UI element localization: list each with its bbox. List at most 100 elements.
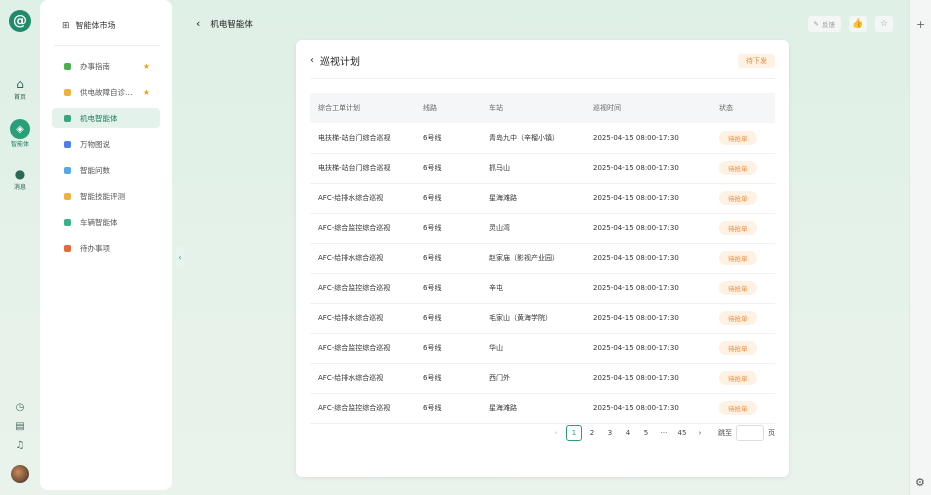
agent-icon (64, 192, 71, 200)
document-icon[interactable]: ▤ (15, 421, 24, 432)
page-label: 页 (768, 429, 775, 437)
page-number[interactable]: 3 (602, 425, 618, 441)
app-logo-icon[interactable]: @ (9, 10, 31, 32)
page-number[interactable]: 4 (620, 425, 636, 441)
table-row[interactable]: 电扶梯-站台门综合巡视 6号线 抓马山 2025-04-15 08:00-17:30 待… (310, 153, 775, 184)
agent-market-panel: ⊞ 智能体市场 办事指南 ★ 供电故障自诊… ★ 机电智能体 万物图说 智能问数 智能技能评测… (40, 0, 172, 490)
status-badge[interactable]: 待抢单 (719, 311, 757, 325)
prev-page-icon[interactable]: ‹ (548, 425, 564, 441)
table-cell: 2025-04-15 08:00-17:30 (585, 303, 711, 334)
status-badge[interactable]: 待抢单 (719, 401, 757, 415)
page-number[interactable]: 5 (638, 425, 654, 441)
add-icon[interactable]: + (916, 18, 925, 31)
status-badge[interactable]: 待抢单 (719, 221, 757, 235)
page-number[interactable]: 1 (566, 425, 582, 441)
gear-icon[interactable]: ⚙ (915, 476, 925, 489)
market-icon: ⊞ (62, 20, 70, 31)
rail-item-label: 首页 (13, 94, 26, 101)
side-item-label: 车辆智能体 (80, 217, 118, 227)
star-icon[interactable]: ★ (143, 62, 150, 71)
agent-icon (64, 218, 71, 226)
status-badge[interactable]: 待抢单 (719, 371, 757, 385)
rail-item-label: 消息 (13, 184, 26, 191)
card-header: ‹ 巡视计划 待下发 (296, 40, 789, 68)
jump-label: 跳至 (718, 429, 732, 437)
table-row[interactable]: AFC-综合监控综合巡视 6号线 华山 2025-04-15 08:00-17:30 待… (310, 333, 775, 364)
status-badge[interactable]: 待抢单 (719, 191, 757, 205)
star-icon: ☆ (879, 19, 889, 29)
rail-item-agent[interactable]: ◈ 智能体 (10, 119, 30, 148)
table-row[interactable]: AFC-综合监控综合巡视 6号线 星海滩路 2025-04-15 08:00-17:3… (310, 393, 775, 424)
table-cell: AFC-给排水综合巡视 (310, 183, 415, 214)
status-cell: 待抢单 (711, 273, 775, 304)
next-page-icon[interactable]: › (692, 425, 708, 441)
divider (310, 78, 775, 79)
table-cell: 星海滩路 (481, 183, 585, 214)
table-cell: 毛家山（黄海学院） (481, 303, 585, 334)
table-cell: 6号线 (415, 153, 481, 184)
page-ellipsis[interactable]: ··· (656, 425, 672, 441)
side-item-label: 待办事项 (80, 243, 110, 253)
status-cell: 待抢单 (711, 153, 775, 184)
side-item[interactable]: 智能技能评测 (52, 186, 160, 206)
column-header: 巡视时间 (585, 93, 711, 123)
table-row[interactable]: AFC-给排水综合巡视 6号线 赵家庙（影视产业园） 2025-04-15 08:00… (310, 243, 775, 274)
table-row[interactable]: AFC-给排水综合巡视 6号线 毛家山（黄海学院） 2025-04-15 08:00-… (310, 303, 775, 334)
table-cell: AFC-给排水综合巡视 (310, 363, 415, 394)
rail-item-message[interactable]: ● 消息 (12, 166, 28, 191)
status-badge[interactable]: 待抢单 (719, 130, 757, 145)
rail-item-home[interactable]: ⌂ 首页 (12, 76, 28, 101)
table-cell: 6号线 (415, 123, 481, 154)
page-number[interactable]: 45 (674, 425, 690, 441)
side-item-label: 办事指南 (80, 61, 110, 71)
status-badge[interactable]: 待抢单 (719, 251, 757, 265)
table-row[interactable]: AFC-综合监控综合巡视 6号线 灵山湾 2025-04-15 08:00-17:30… (310, 213, 775, 244)
collapse-panel-button[interactable]: ‹ (176, 246, 184, 268)
side-item[interactable]: 智能问数 (52, 160, 160, 180)
side-item[interactable]: 供电故障自诊… ★ (52, 82, 160, 102)
favorite-button[interactable]: ☆ (875, 16, 893, 32)
table-cell: 6号线 (415, 303, 481, 334)
table-cell: 2025-04-15 08:00-17:30 (585, 243, 711, 274)
side-item-label: 智能问数 (80, 165, 110, 175)
table-row[interactable]: 电扶梯-站台门综合巡视 6号线 青岛九中（辛榴小镇） 2025-04-15 08:00… (310, 123, 775, 154)
table-cell: AFC-综合监控综合巡视 (310, 393, 415, 424)
feedback-button[interactable]: ✎ 反馈 (807, 16, 841, 32)
table-cell: 2025-04-15 08:00-17:30 (585, 183, 711, 214)
avatar[interactable] (11, 465, 29, 483)
side-item[interactable]: 万物图说 (52, 134, 160, 154)
table-cell: 6号线 (415, 393, 481, 424)
status-cell: 待抢单 (711, 393, 775, 424)
back-icon[interactable]: ‹ (196, 17, 200, 30)
table-cell: 6号线 (415, 363, 481, 394)
table-row[interactable]: AFC-给排水综合巡视 6号线 西门外 2025-04-15 08:00-17:30 待… (310, 363, 775, 394)
like-button[interactable]: 👍 (849, 16, 867, 32)
page-jump-input[interactable] (736, 425, 764, 441)
side-item[interactable]: 车辆智能体 (52, 212, 160, 232)
table-cell: 电扶梯-站台门综合巡视 (310, 123, 415, 154)
star-icon[interactable]: ★ (143, 88, 150, 97)
page-title: 机电智能体 (210, 19, 253, 30)
bell-icon[interactable]: ♫ (16, 440, 25, 451)
status-cell: 待抢单 (711, 123, 775, 154)
side-item[interactable]: 办事指南 ★ (52, 56, 160, 76)
table-cell: 2025-04-15 08:00-17:30 (585, 273, 711, 304)
back-icon[interactable]: ‹ (310, 55, 314, 66)
table-cell: 2025-04-15 08:00-17:30 (585, 123, 711, 154)
table-cell: 6号线 (415, 213, 481, 244)
page-number[interactable]: 2 (584, 425, 600, 441)
side-item[interactable]: 机电智能体 (52, 108, 160, 128)
status-badge[interactable]: 待抢单 (719, 281, 757, 295)
help-icon[interactable]: ◷ (16, 402, 25, 413)
table-cell: 赵家庙（影视产业园） (481, 243, 585, 274)
pending-dispatch-badge[interactable]: 待下发 (738, 53, 775, 68)
right-rail: + ⚙ (909, 0, 931, 495)
pagination: ‹ 1 2 3 4 5 ··· 45 › 跳至 页 (548, 425, 775, 441)
status-badge[interactable]: 待抢单 (719, 161, 757, 175)
side-item[interactable]: 待办事项 (52, 238, 160, 258)
agent-icon (64, 166, 71, 174)
table-cell: AFC-给排水综合巡视 (310, 303, 415, 334)
table-row[interactable]: AFC-给排水综合巡视 6号线 星海滩路 2025-04-15 08:00-17:30… (310, 183, 775, 214)
status-badge[interactable]: 待抢单 (719, 341, 757, 355)
table-row[interactable]: AFC-综合监控综合巡视 6号线 辛屯 2025-04-15 08:00-17:30 待… (310, 273, 775, 304)
